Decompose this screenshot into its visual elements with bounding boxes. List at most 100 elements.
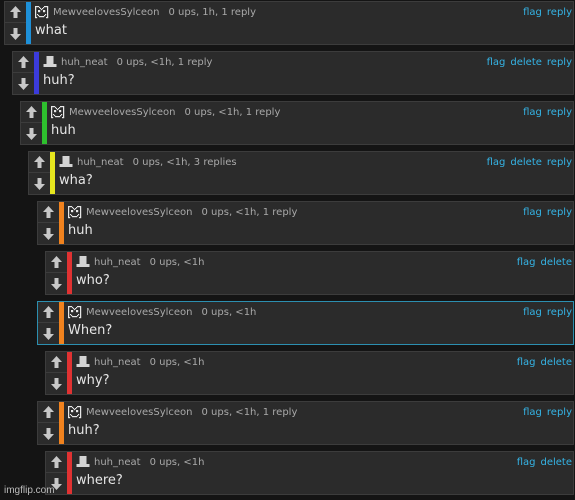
comment-author[interactable]: MewveelovesSylceon [69,107,176,118]
delete-link[interactable]: delete [510,157,542,168]
upvote-button[interactable] [46,352,67,373]
comment-header: huh_neat 0 ups, <1h [76,454,204,470]
down-arrow-icon [43,227,54,240]
comment-text: what [35,23,67,38]
depth-indicator [67,252,72,294]
comment: MewveelovesSylceon 0 ups, <1h, 1 reply huh… [37,201,574,245]
depth-indicator [42,102,47,144]
comment-meta: 0 ups, <1h [149,356,205,368]
comment-text: huh [51,123,76,138]
downvote-button[interactable] [29,173,50,194]
comment-author[interactable]: huh_neat [94,357,141,368]
comment-header: MewveelovesSylceon 0 ups, <1h, 1 reply [51,104,280,120]
imgflip-watermark: imgflip.com [4,485,55,496]
comment-meta: 0 ups, <1h, 1 reply [201,406,298,418]
comment-text: When? [68,323,113,338]
flag-link[interactable]: flag [523,207,542,218]
upvote-button[interactable] [29,152,50,173]
comment-text: who? [76,273,110,288]
comment-actions: flag reply [518,4,572,20]
comment-actions: flag delete [512,254,572,270]
vote-column [38,202,60,244]
flag-link[interactable]: flag [523,7,542,18]
flag-link[interactable]: flag [487,57,506,68]
up-arrow-icon [34,156,45,168]
up-arrow-icon [51,456,62,468]
up-arrow-icon [51,356,62,368]
depth-indicator [59,302,64,344]
down-arrow-icon [18,77,29,90]
comment-actions: flag delete [512,354,572,370]
reply-link[interactable]: reply [547,57,572,68]
flag-link[interactable]: flag [523,407,542,418]
comment-author[interactable]: huh_neat [77,157,124,168]
downvote-button[interactable] [46,273,67,294]
downvote-button[interactable] [46,373,67,394]
comment-actions: flag reply [518,304,572,320]
flag-link[interactable]: flag [517,357,536,368]
comment-author[interactable]: MewveelovesSylceon [86,307,193,318]
comment-author[interactable]: huh_neat [94,257,141,268]
up-arrow-icon [51,256,62,268]
upvote-button[interactable] [38,302,59,323]
comment-actions: flag delete reply [482,54,572,70]
comment-author[interactable]: MewveelovesSylceon [86,407,193,418]
comment-header: huh_neat 0 ups, <1h [76,254,204,270]
upvote-button[interactable] [21,102,42,123]
flag-link[interactable]: flag [517,457,536,468]
delete-link[interactable]: delete [540,257,572,268]
comment-header: MewveelovesSylceon 0 ups, 1h, 1 reply [35,4,256,20]
delete-link[interactable]: delete [540,357,572,368]
reply-link[interactable]: reply [547,7,572,18]
downvote-button[interactable] [38,223,59,244]
comment-actions: flag delete [512,454,572,470]
reply-link[interactable]: reply [547,407,572,418]
depth-indicator [67,452,72,494]
comment-author[interactable]: MewveelovesSylceon [86,207,193,218]
upvote-button[interactable] [5,2,26,23]
down-arrow-icon [43,327,54,340]
pixel-avatar-icon [68,405,82,419]
depth-indicator [59,402,64,444]
reply-link[interactable]: reply [547,207,572,218]
upvote-button[interactable] [13,52,34,73]
delete-link[interactable]: delete [510,57,542,68]
vote-column [38,302,60,344]
comment-author[interactable]: MewveelovesSylceon [53,7,160,18]
comment-thread: MewveelovesSylceon 0 ups, 1h, 1 reply what… [0,0,575,500]
flag-link[interactable]: flag [523,307,542,318]
upvote-button[interactable] [38,202,59,223]
comment-author[interactable]: huh_neat [94,457,141,468]
upvote-button[interactable] [38,402,59,423]
downvote-button[interactable] [38,323,59,344]
downvote-button[interactable] [38,423,59,444]
downvote-button[interactable] [5,23,26,44]
flag-link[interactable]: flag [517,257,536,268]
comment: huh_neat 0 ups, <1h, 3 replies wha? flag del… [28,151,574,195]
top-hat-avatar-icon [76,456,90,467]
comment: huh_neat 0 ups, <1h who? flag delete [45,251,574,295]
delete-link[interactable]: delete [540,457,572,468]
upvote-button[interactable] [46,252,67,273]
comment-text: huh [68,223,93,238]
upvote-button[interactable] [46,452,67,473]
comment-header: MewveelovesSylceon 0 ups, <1h [68,304,256,320]
flag-link[interactable]: flag [487,157,506,168]
vote-column [29,152,51,194]
vote-column [46,252,68,294]
pixel-avatar-icon [68,205,82,219]
comment-actions: flag delete reply [482,154,572,170]
reply-link[interactable]: reply [547,107,572,118]
reply-link[interactable]: reply [547,157,572,168]
reply-link[interactable]: reply [547,307,572,318]
flag-link[interactable]: flag [523,107,542,118]
downvote-button[interactable] [21,123,42,144]
comment-actions: flag reply [518,204,572,220]
comment: huh_neat 0 ups, <1h, 1 reply huh? flag delet… [12,51,574,95]
downvote-button[interactable] [13,73,34,94]
down-arrow-icon [34,177,45,190]
up-arrow-icon [43,206,54,218]
comment-author[interactable]: huh_neat [61,57,108,68]
up-arrow-icon [10,6,21,18]
pixel-avatar-icon [51,105,65,119]
